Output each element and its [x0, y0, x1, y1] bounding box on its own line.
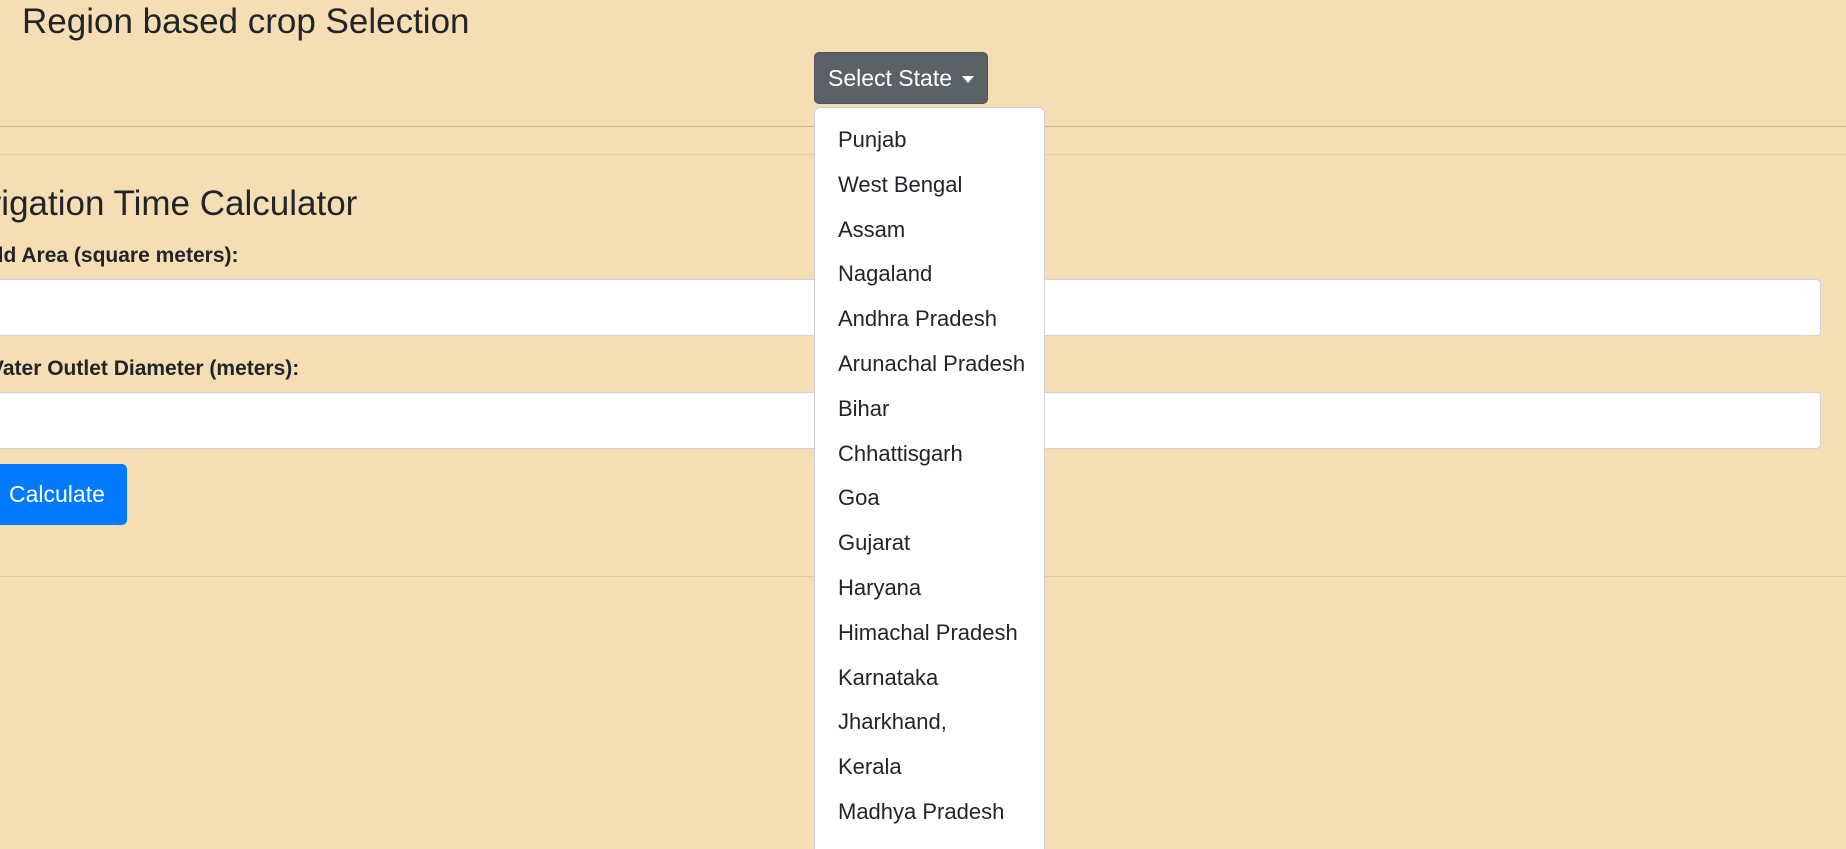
dropdown-item-jharkhand[interactable]: Jharkhand, [815, 700, 1044, 745]
state-dropdown-menu: Punjab West Bengal Assam Nagaland Andhra… [814, 107, 1045, 849]
calculate-button[interactable]: Calculate [0, 464, 127, 525]
dropdown-item-madhya-pradesh[interactable]: Madhya Pradesh [815, 790, 1044, 835]
dropdown-item-andhra-pradesh[interactable]: Andhra Pradesh [815, 297, 1044, 342]
select-state-dropdown-button[interactable]: Select State [814, 52, 988, 104]
dropdown-item-bihar[interactable]: Bihar [815, 387, 1044, 432]
dropdown-item-goa[interactable]: Goa [815, 476, 1044, 521]
select-state-label: Select State [827, 64, 953, 91]
dropdown-item-gujarat[interactable]: Gujarat [815, 521, 1044, 566]
caret-down-icon [962, 75, 975, 83]
dropdown-item-karnataka[interactable]: Karnataka [815, 656, 1044, 701]
page: Region based crop Selection Select State… [0, 0, 1846, 849]
dropdown-item-arunachal-pradesh[interactable]: Arunachal Pradesh [815, 342, 1044, 387]
dropdown-item-nagaland[interactable]: Nagaland [815, 252, 1044, 297]
page-title: Region based crop Selection [22, 2, 470, 41]
dropdown-item-assam[interactable]: Assam [815, 208, 1044, 253]
calculator-heading: rrigation Time Calculator [0, 184, 358, 223]
field-area-label: eld Area (square meters): [0, 244, 239, 267]
dropdown-item-kerala[interactable]: Kerala [815, 745, 1044, 790]
dropdown-item-west-bengal[interactable]: West Bengal [815, 163, 1044, 208]
outlet-diameter-label: Vater Outlet Diameter (meters): [0, 357, 300, 380]
dropdown-item-chhattisgarh[interactable]: Chhattisgarh [815, 432, 1044, 477]
dropdown-item-haryana[interactable]: Haryana [815, 566, 1044, 611]
dropdown-item-punjab[interactable]: Punjab [815, 118, 1044, 163]
dropdown-item-himachal-pradesh[interactable]: Himachal Pradesh [815, 611, 1044, 656]
